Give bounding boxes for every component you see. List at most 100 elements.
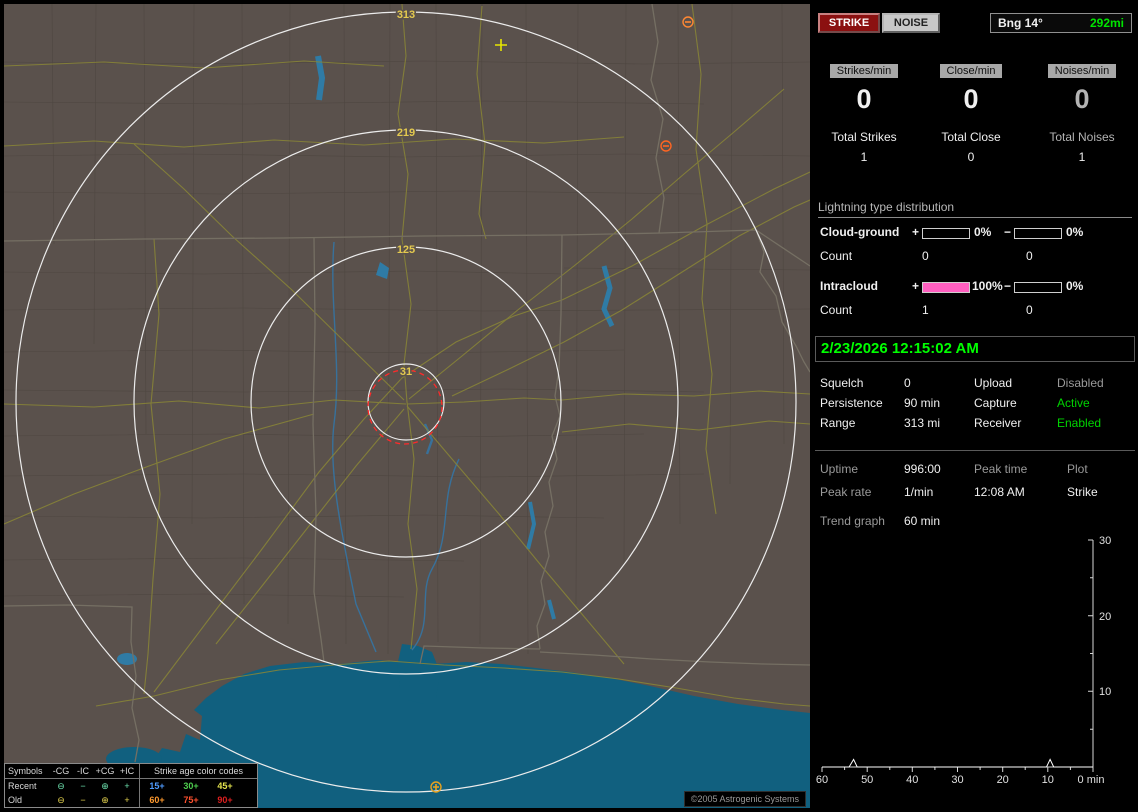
minus-sign: −: [1004, 225, 1012, 239]
strikes-rate-header: Strikes/min: [812, 63, 916, 78]
peak-rate-label: Peak rate: [820, 485, 872, 499]
strike-toggle-button[interactable]: STRIKE: [818, 13, 880, 33]
plot-value: Strike: [1067, 485, 1098, 499]
plot-label: Plot: [1067, 462, 1088, 476]
map-legend: Symbols -CG -IC +CG +IC Strike age color…: [4, 763, 258, 808]
strikes-per-min-value: 0: [856, 84, 872, 114]
minus-icon: −: [80, 781, 86, 791]
circle-minus-icon: ⊖: [57, 795, 65, 805]
plus-icon: +: [124, 795, 130, 805]
close-rate-header: Close/min: [919, 63, 1023, 78]
peak-rate-value: 1/min: [904, 485, 934, 499]
squelch-label: Squelch: [820, 376, 864, 390]
total-noises-value: 1: [1078, 150, 1086, 164]
cg-negative-pct: 0%: [1066, 225, 1084, 239]
cloud-ground-label: Cloud-ground: [820, 225, 900, 239]
cg-negative-count: 0: [1026, 249, 1033, 263]
legend-col-nic: -IC: [77, 766, 89, 776]
uptime-label: Uptime: [820, 462, 859, 476]
legend-old-row: Old ⊖ − ⊕ + 60+ 75+ 90+: [5, 793, 257, 807]
intracloud-label: Intracloud: [820, 279, 879, 293]
age-code: 60+: [149, 795, 165, 805]
legend-recent-label: Recent: [8, 781, 37, 791]
circle-plus-icon: ⊕: [101, 781, 109, 791]
trend-series-layer: [822, 758, 1093, 768]
status-panel: STRIKE NOISE Bng 14° 292mi Strikes/min C…: [812, 0, 1138, 812]
peak-time-value: 12:08 AM: [974, 485, 1025, 499]
minus-sign: −: [1004, 279, 1012, 293]
storm-map[interactable]: 313 219 125 31: [4, 4, 810, 808]
legend-age-header: Strike age color codes: [153, 766, 244, 776]
legend-col-pic: +IC: [119, 766, 135, 776]
y-tick: 30: [1099, 535, 1111, 547]
range-label: Range: [820, 416, 856, 430]
receiver-status: Enabled: [1057, 416, 1102, 430]
cg-positive-count: 0: [922, 249, 929, 263]
persistence-label: Persistence: [820, 396, 883, 410]
age-code: 90+: [217, 795, 233, 805]
ic-count-label: Count: [820, 303, 853, 317]
peak-time-label: Peak time: [974, 462, 1028, 476]
trend-graph-period: 60 min: [904, 514, 941, 528]
trend-axes: [821, 539, 1094, 772]
ic-negative-count: 0: [1026, 303, 1033, 317]
y-tick: 20: [1099, 611, 1111, 623]
age-code: 75+: [183, 795, 199, 805]
x-tick: 30: [951, 774, 963, 786]
age-code: 45+: [217, 781, 233, 791]
distance-value: 292mi: [1089, 16, 1124, 30]
upload-label: Upload: [974, 376, 1013, 390]
total-strikes-label: Total Strikes: [831, 130, 897, 144]
close-per-min-value: 0: [963, 84, 979, 114]
total-noises-label: Total Noises: [1049, 130, 1115, 144]
trend-graph-plot: 30 20 10 60 50 40 30 20 10 0 min: [816, 535, 1111, 786]
range-ring-label-31: 31: [400, 366, 412, 378]
trend-y-tick-labels: 30 20 10: [1099, 535, 1111, 698]
x-tick: 20: [997, 774, 1009, 786]
x-tick: 50: [861, 774, 873, 786]
bearing-distance-readout: Bng 14° 292mi: [990, 13, 1132, 33]
x-tick: 60: [816, 774, 828, 786]
legend-recent-row: Recent ⊖ − ⊕ + 15+ 30+ 45+: [5, 779, 257, 793]
date-time-display: 2/23/2026 12:15:02 AM: [815, 336, 1135, 362]
x-tick: 0 min: [1078, 774, 1105, 786]
capture-status: Active: [1057, 396, 1090, 410]
persistence-value: 90 min: [904, 396, 941, 410]
legend-header-row: Symbols -CG -IC +CG +IC Strike age color…: [5, 764, 257, 779]
trend-x-tick-labels: 60 50 40 30 20 10 0 min: [816, 774, 1105, 786]
plus-icon: +: [124, 781, 130, 791]
receiver-label: Receiver: [974, 416, 1022, 430]
noises-rate-header: Noises/min: [1030, 63, 1134, 78]
cg-count-label: Count: [820, 249, 853, 263]
range-value: 313 mi: [904, 416, 941, 430]
section-divider: [815, 450, 1135, 451]
trend-graph-label: Trend graph: [820, 514, 885, 528]
ic-positive-pct: 100%: [972, 279, 1003, 293]
age-code: 15+: [149, 781, 165, 791]
ic-positive-bar: [922, 282, 970, 293]
noise-toggle-button[interactable]: NOISE: [882, 13, 940, 33]
y-tick: 10: [1099, 686, 1111, 698]
legend-col-pcg: +CG: [95, 766, 115, 776]
x-tick: 40: [906, 774, 918, 786]
upload-status: Disabled: [1057, 376, 1104, 390]
noises-per-min-value: 0: [1074, 84, 1090, 114]
plus-sign: +: [912, 279, 920, 293]
legend-col-ncg: -CG: [52, 766, 70, 776]
map-area[interactable]: 313 219 125 31 Symbols -CG -IC +CG +IC S…: [4, 4, 810, 808]
squelch-value: 0: [904, 376, 911, 390]
legend-old-label: Old: [8, 795, 23, 805]
cg-positive-bar: [922, 228, 970, 239]
total-close-value: 0: [967, 150, 975, 164]
x-tick: 10: [1042, 774, 1054, 786]
total-strikes-value: 1: [860, 150, 868, 164]
range-ring-label-313: 313: [397, 9, 415, 21]
range-ring-label-125: 125: [397, 244, 415, 256]
copyright-notice: ©2005 Astrogenic Systems: [683, 791, 806, 807]
bearing-value: Bng 14°: [998, 16, 1043, 30]
ic-negative-bar: [1014, 282, 1062, 293]
age-code: 30+: [183, 781, 199, 791]
circle-plus-icon: ⊕: [101, 795, 109, 805]
circle-minus-icon: ⊖: [57, 781, 65, 791]
distribution-title: Lightning type distribution: [818, 200, 1132, 218]
